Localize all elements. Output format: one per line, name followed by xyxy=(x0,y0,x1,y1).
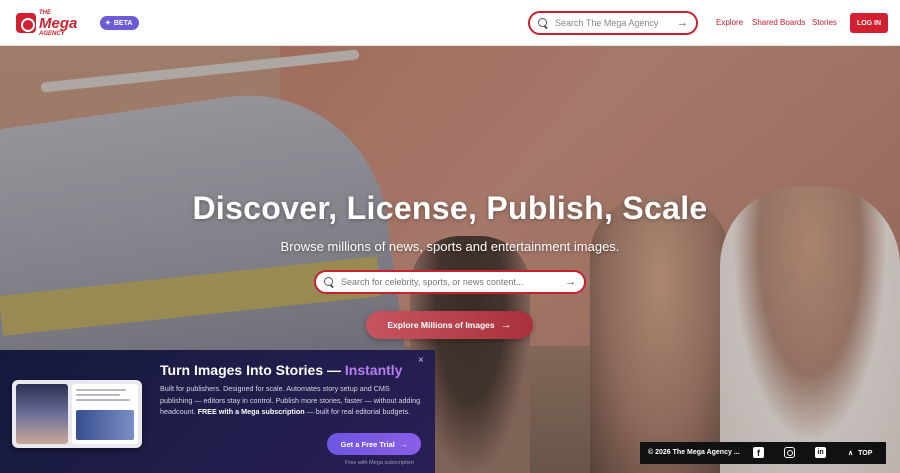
sparkle-icon: ✦ xyxy=(105,20,111,27)
thumbnail-text-line xyxy=(76,394,120,396)
nav-explore-link[interactable]: Explore xyxy=(716,18,743,27)
beta-badge: ✦ BETA xyxy=(100,16,140,30)
promo-thumbnail xyxy=(12,380,142,448)
hero-title: Discover, License, Publish, Scale xyxy=(192,190,708,226)
hero-subtitle: Browse millions of news, sports and ente… xyxy=(280,239,620,254)
promo-heading: Turn Images Into Stories — Instantly xyxy=(160,362,403,378)
header-search-box[interactable]: → xyxy=(528,11,698,35)
mega-agency-logo[interactable]: THE Mega AGENCY xyxy=(16,9,88,37)
thumbnail-text-line xyxy=(76,389,126,391)
explore-images-button[interactable]: Explore Millions of Images → xyxy=(366,311,533,339)
search-icon xyxy=(324,276,335,288)
back-to-top-label: TOP xyxy=(858,449,873,457)
close-icon[interactable]: × xyxy=(418,355,424,366)
explore-images-label: Explore Millions of Images xyxy=(387,320,495,330)
nav-stories-link[interactable]: Stories xyxy=(812,18,837,27)
logo-wordmark: THE Mega AGENCY xyxy=(39,9,78,37)
instagram-icon[interactable] xyxy=(784,447,795,458)
login-button[interactable]: LOG IN xyxy=(850,13,888,33)
header-search-input[interactable] xyxy=(555,18,675,28)
arrow-right-icon[interactable]: → xyxy=(565,276,576,288)
beta-label: BETA xyxy=(113,19,133,27)
chevron-up-icon: ∧ xyxy=(848,450,854,457)
logo-mark-icon xyxy=(16,13,36,33)
facebook-icon[interactable]: f xyxy=(753,447,764,458)
promo-heading-accent: Instantly xyxy=(344,362,403,378)
linkedin-icon[interactable]: in xyxy=(815,447,826,458)
arrow-right-icon: → xyxy=(500,319,512,331)
thumbnail-photo xyxy=(16,384,68,444)
thumbnail-photo xyxy=(76,410,134,440)
site-header: THE Mega AGENCY ✦ BETA → Explore Shared … xyxy=(0,0,900,46)
search-icon xyxy=(538,17,549,29)
hero-search-input[interactable] xyxy=(341,277,561,287)
free-trial-label: Get a Free Trial xyxy=(340,439,395,449)
page: Discover, License, Publish, Scale Browse… xyxy=(0,0,900,473)
nav-shared-boards-link[interactable]: Shared Boards xyxy=(752,18,805,27)
footer-copyright: © 2026 The Mega Agency ... xyxy=(648,449,740,456)
free-trial-note: Free with Mega subscription xyxy=(345,460,414,466)
free-trial-button[interactable]: Get a Free Trial → xyxy=(327,433,421,455)
promo-body: Built for publishers. Designed for scale… xyxy=(160,384,421,416)
promo-body-bold: FREE with a Mega subscription xyxy=(197,407,305,416)
arrow-right-icon: → xyxy=(399,439,408,449)
hero-search-box[interactable]: → xyxy=(314,270,586,294)
thumbnail-text-line xyxy=(76,399,130,401)
arrow-right-icon[interactable]: → xyxy=(677,17,688,29)
footer-bar: © 2026 The Mega Agency ... f in ∧ TOP xyxy=(640,442,886,464)
back-to-top-button[interactable]: ∧ TOP xyxy=(848,449,873,458)
promo-card: × Turn Images Into Stories — Instantly B… xyxy=(0,350,435,473)
